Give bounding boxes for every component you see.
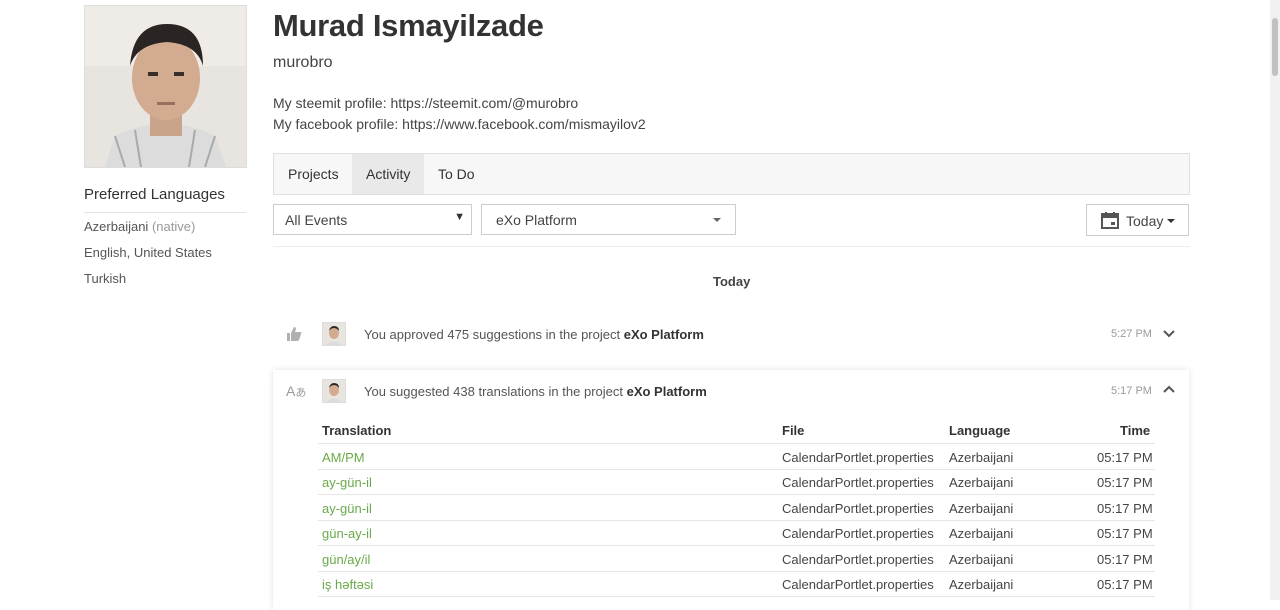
time-cell: 05:17 PM xyxy=(1097,552,1153,567)
language-note: (native) xyxy=(151,219,196,234)
translation-link[interactable]: AM/PM xyxy=(322,450,365,465)
avatar xyxy=(322,379,346,403)
time-cell: 05:17 PM xyxy=(1097,526,1153,541)
file-cell: CalendarPortlet.properties xyxy=(782,526,934,541)
bio-line: My steemit profile: https://steemit.com/… xyxy=(273,95,579,111)
language-cell: Azerbaijani xyxy=(949,475,1014,490)
scrollbar-thumb[interactable] xyxy=(1272,18,1278,76)
language-cell: Azerbaijani xyxy=(949,552,1014,567)
profile-name: Murad Ismayilzade xyxy=(273,8,544,43)
activity-card-expanded xyxy=(273,370,1189,610)
divider xyxy=(318,469,1155,470)
language-item: English, United States xyxy=(84,245,212,260)
chevron-down-icon[interactable] xyxy=(1160,325,1178,343)
time-cell: 05:17 PM xyxy=(1097,501,1153,516)
tab-activity[interactable]: Activity xyxy=(352,154,425,194)
profile-username: murobro xyxy=(273,54,333,71)
event-text: You approved 475 suggestions in the proj… xyxy=(364,327,624,342)
column-header-translation: Translation xyxy=(322,423,392,438)
divider xyxy=(318,520,1155,521)
timeline-day-heading: Today xyxy=(713,274,751,289)
chevron-up-icon[interactable] xyxy=(1160,380,1178,398)
file-cell: CalendarPortlet.properties xyxy=(782,501,934,516)
project-filter-select[interactable]: eXo Platform xyxy=(481,204,736,235)
language-name: Turkish xyxy=(84,271,127,286)
column-header-file: File xyxy=(782,423,805,438)
tab-bar: Projects Activity To Do xyxy=(273,153,1190,195)
dropdown-caret-icon xyxy=(713,218,721,222)
time-cell: 05:17 PM xyxy=(1097,475,1153,490)
column-header-language: Language xyxy=(949,423,1011,438)
page-scrollbar[interactable] xyxy=(1270,0,1280,600)
avatar xyxy=(322,322,346,346)
file-cell: CalendarPortlet.properties xyxy=(782,475,934,490)
tab-todo[interactable]: To Do xyxy=(424,154,489,194)
event-time: 5:27 PM xyxy=(1111,328,1152,340)
file-cell: CalendarPortlet.properties xyxy=(782,552,934,567)
translation-link[interactable]: gün/ay/il xyxy=(322,552,370,567)
thumbs-up-icon xyxy=(287,327,302,341)
divider xyxy=(318,596,1155,597)
file-cell: CalendarPortlet.properties xyxy=(782,577,934,592)
language-cell: Azerbaijani xyxy=(949,450,1014,465)
language-cell: Azerbaijani xyxy=(949,526,1014,541)
translation-link[interactable]: ay-gün-il xyxy=(322,475,372,490)
translate-icon: Aあ xyxy=(286,383,307,399)
column-header-time: Time xyxy=(1120,423,1151,438)
project-link[interactable]: eXo Platform xyxy=(624,327,704,342)
language-cell: Azerbaijani xyxy=(949,577,1014,592)
events-filter-value: All Events xyxy=(285,212,348,228)
language-item: Turkish xyxy=(84,271,126,286)
project-filter-value: eXo Platform xyxy=(496,212,577,228)
events-filter-select[interactable]: All Events ▼ xyxy=(273,204,472,235)
event-time: 5:17 PM xyxy=(1111,385,1152,397)
translation-link[interactable]: ay-gün-il xyxy=(322,501,372,516)
profile-avatar xyxy=(84,5,247,168)
date-filter-label: Today xyxy=(1126,213,1164,229)
preferred-languages-title: Preferred Languages xyxy=(84,186,225,203)
event-text: You suggested 438 translations in the pr… xyxy=(364,384,627,399)
avatar-image xyxy=(85,6,246,167)
language-cell: Azerbaijani xyxy=(949,501,1014,516)
project-link[interactable]: eXo Platform xyxy=(627,384,707,399)
file-cell: CalendarPortlet.properties xyxy=(782,450,934,465)
translation-link[interactable]: gün-ay-il xyxy=(322,526,372,541)
language-item: Azerbaijani (native) xyxy=(84,219,195,234)
divider xyxy=(318,545,1155,546)
event-description: You approved 475 suggestions in the proj… xyxy=(364,327,704,342)
divider xyxy=(318,571,1155,572)
event-description: You suggested 438 translations in the pr… xyxy=(364,384,707,399)
language-name: English, United States xyxy=(84,245,212,260)
language-name: Azerbaijani xyxy=(84,219,149,234)
bio-line: My facebook profile: https://www.faceboo… xyxy=(273,116,646,132)
divider xyxy=(273,246,1190,247)
divider xyxy=(318,443,1155,444)
divider xyxy=(84,212,246,213)
caret-down-icon xyxy=(1167,219,1175,223)
tab-projects[interactable]: Projects xyxy=(274,154,353,194)
time-cell: 05:17 PM xyxy=(1097,577,1153,592)
calendar-icon xyxy=(1101,212,1119,229)
date-filter-button[interactable]: Today xyxy=(1086,204,1189,236)
dropdown-caret-icon: ▼ xyxy=(454,211,465,223)
divider xyxy=(318,494,1155,495)
time-cell: 05:17 PM xyxy=(1097,450,1153,465)
translation-link[interactable]: iş həftəsi xyxy=(322,577,373,592)
